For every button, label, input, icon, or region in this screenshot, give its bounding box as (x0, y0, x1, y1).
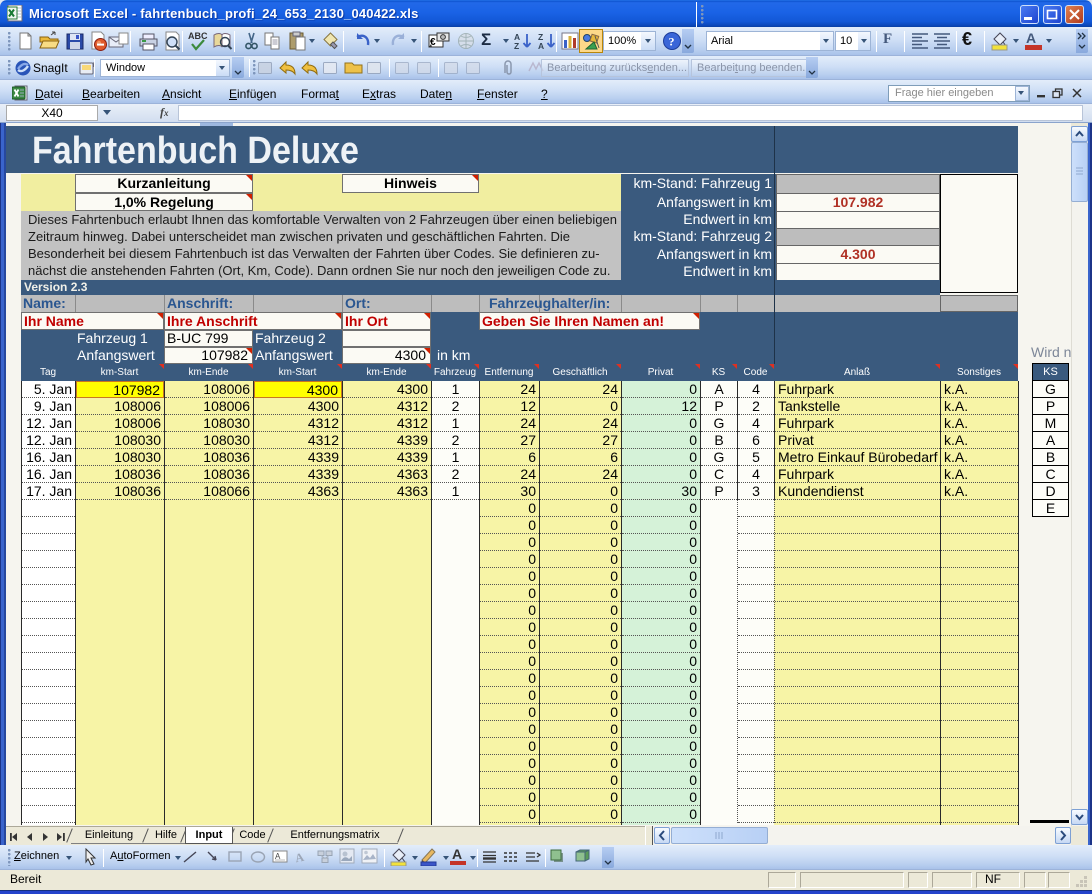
svg-text:Z: Z (514, 41, 519, 51)
svg-text:?: ? (669, 35, 675, 49)
svg-text:ABC: ABC (188, 31, 208, 41)
svg-text:A: A (294, 850, 305, 866)
svg-text:A: A (538, 41, 544, 51)
